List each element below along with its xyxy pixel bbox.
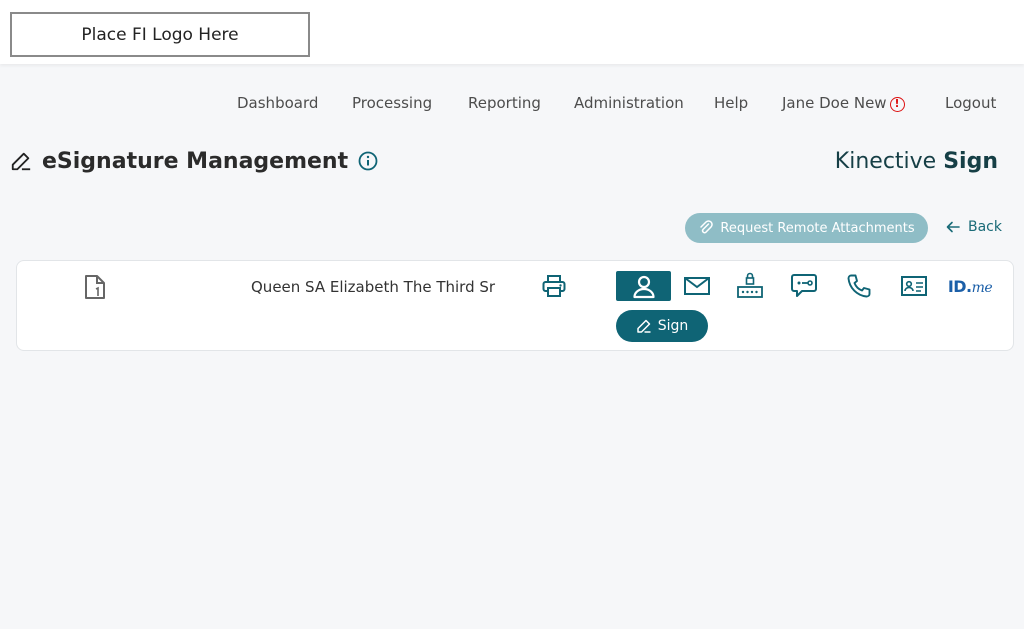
document-icon	[85, 275, 105, 299]
nav-reporting[interactable]: Reporting	[468, 94, 541, 112]
main-nav: Dashboard Processing Reporting Administr…	[0, 94, 1024, 114]
fi-logo-placeholder: Place FI Logo Here	[10, 12, 310, 57]
brand-light: Kinective	[834, 149, 937, 174]
info-icon[interactable]	[358, 151, 378, 171]
request-remote-attachments-button[interactable]: Request Remote Attachments	[685, 213, 928, 243]
remote-attachments-label: Request Remote Attachments	[720, 220, 915, 236]
brand-bold: Sign	[943, 149, 998, 174]
auth-method-id-card[interactable]	[899, 271, 929, 301]
kba-lock-icon	[737, 272, 763, 298]
back-label: Back	[968, 219, 1002, 235]
user-name: Jane Doe New	[782, 94, 887, 112]
paperclip-icon	[700, 220, 714, 234]
back-link[interactable]: Back	[946, 219, 1002, 235]
page-header: eSignature Management	[10, 146, 378, 176]
page-title: eSignature Management	[42, 148, 349, 174]
pen-icon	[636, 319, 651, 333]
alert-icon: !	[889, 97, 905, 112]
nav-processing[interactable]: Processing	[352, 94, 432, 112]
idme-logo: ID.me	[947, 276, 993, 296]
top-bar: Place FI Logo Here	[0, 0, 1024, 64]
nav-help[interactable]: Help	[714, 94, 748, 112]
arrow-left-icon	[946, 221, 960, 233]
email-icon	[684, 277, 710, 295]
auth-method-sms-code[interactable]	[789, 271, 819, 301]
nav-user-menu[interactable]: Jane Doe New!	[782, 94, 905, 112]
nav-logout[interactable]: Logout	[945, 94, 996, 112]
person-icon	[632, 275, 655, 299]
phone-icon	[847, 274, 871, 298]
sign-label: Sign	[657, 318, 689, 334]
signer-card: Queen SA Elizabeth The Third Sr ID.me Si…	[16, 260, 1014, 351]
nav-administration[interactable]: Administration	[574, 94, 684, 112]
sign-button[interactable]: Sign	[616, 310, 708, 342]
printer-icon	[542, 275, 566, 297]
id-card-icon	[901, 276, 927, 296]
print-button[interactable]	[539, 271, 569, 301]
kinective-sign-brand: Kinective Sign	[835, 149, 998, 174]
auth-method-email[interactable]	[682, 271, 712, 301]
auth-method-kba[interactable]	[735, 271, 765, 301]
auth-method-person[interactable]	[616, 271, 671, 301]
signer-name: Queen SA Elizabeth The Third Sr	[251, 278, 496, 296]
sms-code-icon	[791, 274, 817, 297]
pen-icon	[11, 152, 31, 171]
nav-dashboard[interactable]: Dashboard	[237, 94, 318, 112]
auth-method-idme[interactable]: ID.me	[947, 271, 993, 301]
auth-method-phone[interactable]	[844, 271, 874, 301]
